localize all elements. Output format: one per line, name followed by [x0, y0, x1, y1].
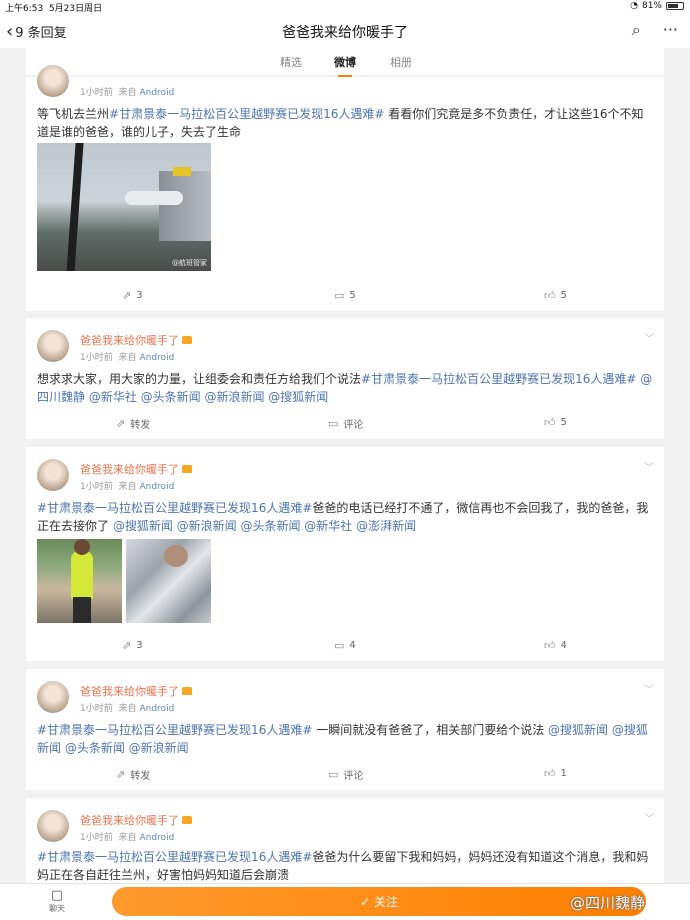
hashtag-link[interactable]: #甘肃景泰一马拉松百公里越野赛已发现16人遇难#: [37, 501, 312, 515]
follow-label: 关注: [374, 895, 399, 909]
comment-icon: ▭: [328, 768, 339, 781]
comment-icon: ▭: [328, 417, 339, 430]
post-image[interactable]: @航班管家: [37, 143, 211, 271]
checkmark-icon: ✓: [359, 894, 371, 909]
page-title: 爸爸我来给你暖手了: [282, 25, 408, 41]
repost-button[interactable]: ⇗ 转发: [116, 416, 150, 431]
post-image[interactable]: [37, 539, 122, 623]
comment-button[interactable]: ▭ 评论: [328, 767, 363, 782]
like-button[interactable]: 👍︎ 5: [544, 416, 567, 429]
comment-button[interactable]: ▭ 5: [334, 289, 356, 302]
like-button[interactable]: 👍︎ 5: [544, 289, 567, 302]
post-card: 爸爸我来给你暖手了 1小时前 来自 Android ﹀ #甘肃景泰一马拉松百公里越…: [26, 798, 664, 883]
image-watermark: @航班管家: [172, 259, 207, 267]
repost-icon: ⇗: [122, 639, 132, 652]
crown-icon: [182, 687, 192, 695]
profile-tabs: 精选 微博 相册: [26, 48, 664, 77]
wifi-icon: ◔: [630, 1, 638, 11]
thumbs-up-icon: 👍︎: [544, 416, 556, 429]
post-image[interactable]: [126, 539, 211, 623]
avatar[interactable]: [37, 330, 69, 362]
post-text: #甘肃景泰一马拉松百公里越野赛已发现16人遇难#爸爸为什么要留下我和妈妈，妈妈还…: [37, 850, 649, 882]
chat-button[interactable]: ▢ 聊天: [42, 888, 72, 914]
repost-button[interactable]: ⇗ 3: [122, 639, 143, 652]
post-text: #甘肃景泰一马拉松百公里越野赛已发现16人遇难#爸爸的电话已经打不通了，微信再也…: [37, 501, 649, 533]
repost-button[interactable]: ⇗ 3: [122, 289, 143, 302]
like-button[interactable]: 👍︎ 1: [544, 767, 567, 780]
chevron-down-icon[interactable]: ﹀: [644, 810, 654, 825]
post-meta: 1小时前 来自 Android: [80, 833, 175, 843]
thumbs-up-icon: 👍︎: [544, 639, 556, 652]
repost-icon: ⇗: [122, 289, 132, 302]
post-text: 等飞机去兰州#甘肃景泰一马拉松百公里越野赛已发现16人遇难# 看看你们究竟是多不…: [37, 107, 644, 139]
tab-weibo[interactable]: 微博: [334, 54, 356, 77]
post-actions: ⇗ 3 ▭ 5 👍︎ 5: [26, 289, 664, 309]
post-meta: 1小时前 来自 Android: [80, 482, 175, 492]
chevron-down-icon[interactable]: ﹀: [644, 330, 654, 345]
chevron-down-icon[interactable]: ﹀: [644, 459, 654, 474]
post-card: 爸爸我来给你暖手了 1小时前 来自 Android ﹀ #甘肃景泰一马拉松百公里越…: [26, 669, 664, 790]
avatar[interactable]: [37, 65, 69, 97]
repost-button[interactable]: ⇗ 转发: [116, 767, 150, 782]
comment-button[interactable]: ▭ 评论: [328, 416, 363, 431]
username[interactable]: 爸爸我来给你暖手了: [80, 332, 192, 348]
thumbs-up-icon: 👍︎: [544, 767, 556, 780]
post-meta: 1小时前 来自 Android: [80, 88, 175, 98]
nav-bar: ‹ 9 条回复 爸爸我来给你暖手了 ⌕ ···: [0, 14, 690, 48]
post-card: 1小时前 来自 Android 等飞机去兰州#甘肃景泰一马拉松百公里越野赛已发现1…: [26, 65, 664, 311]
battery-icon: [666, 2, 684, 10]
status-bar: 上午6:53 5月23日周日 ◔ 81%: [0, 0, 690, 14]
post-meta: 1小时前 来自 Android: [80, 704, 175, 714]
weibo-watermark: @四川魏静: [570, 894, 646, 912]
crown-icon: [182, 465, 192, 473]
crown-icon: [182, 336, 192, 344]
hashtag-link[interactable]: #甘肃景泰一马拉松百公里越野赛已发现16人遇难#: [37, 723, 312, 737]
more-icon[interactable]: ···: [663, 20, 678, 40]
post-text: #甘肃景泰一马拉松百公里越野赛已发现16人遇难# 一瞬间就没有爸爸了，相关部门要…: [37, 723, 648, 755]
comment-button[interactable]: ▭ 4: [334, 639, 356, 652]
post-text: 想求求大家，用大家的力量，让组委会和责任方给我们个说法#甘肃景泰一马拉松百公里越…: [37, 372, 653, 404]
post-card: 爸爸我来给你暖手了 1小时前 来自 Android ﹀ 想求求大家，用大家的力量，…: [26, 318, 664, 439]
username[interactable]: 爸爸我来给你暖手了: [80, 461, 192, 477]
chevron-down-icon[interactable]: ﹀: [644, 681, 654, 696]
crown-icon: [182, 816, 192, 824]
hashtag-link[interactable]: #甘肃景泰一马拉松百公里越野赛已发现16人遇难#: [37, 850, 312, 864]
follow-button[interactable]: ✓ 关注: [112, 887, 646, 916]
hashtag-link[interactable]: #甘肃景泰一马拉松百公里越野赛已发现16人遇难#: [109, 107, 384, 121]
mentions[interactable]: @搜狐新闻 @新浪新闻 @头条新闻 @新华社 @澎湃新闻: [113, 519, 416, 533]
avatar[interactable]: [37, 681, 69, 713]
username[interactable]: 爸爸我来给你暖手了: [80, 812, 192, 828]
comment-icon: ▭: [334, 289, 345, 302]
chat-icon: ▢: [50, 888, 64, 903]
thumbs-up-icon: 👍︎: [544, 289, 556, 302]
post-actions: ⇗ 转发 ▭ 评论 👍︎ 1: [26, 767, 664, 787]
repost-icon: ⇗: [116, 768, 126, 781]
tab-album[interactable]: 相册: [390, 54, 412, 70]
avatar[interactable]: [37, 810, 69, 842]
post-meta: 1小时前 来自 Android: [80, 353, 175, 363]
like-button[interactable]: 👍︎ 4: [544, 639, 567, 652]
search-icon[interactable]: ⌕: [632, 20, 641, 40]
status-right: ◔ 81%: [630, 1, 684, 11]
hashtag-link[interactable]: #甘肃景泰一马拉松百公里越野赛已发现16人遇难#: [361, 372, 636, 386]
username[interactable]: 爸爸我来给你暖手了: [80, 683, 192, 699]
battery-percent: 81%: [641, 1, 662, 11]
chat-label: 聊天: [49, 904, 65, 913]
repost-icon: ⇗: [116, 417, 126, 430]
tab-featured[interactable]: 精选: [280, 54, 302, 70]
post-actions: ⇗ 转发 ▭ 评论 👍︎ 5: [26, 416, 664, 436]
post-card: 爸爸我来给你暖手了 1小时前 来自 Android ﹀ #甘肃景泰一马拉松百公里越…: [26, 447, 664, 661]
comment-icon: ▭: [334, 639, 345, 652]
status-time: 上午6:53 5月23日周日: [5, 4, 103, 14]
post-actions: ⇗ 3 ▭ 4 👍︎ 4: [26, 639, 664, 659]
avatar[interactable]: [37, 459, 69, 491]
